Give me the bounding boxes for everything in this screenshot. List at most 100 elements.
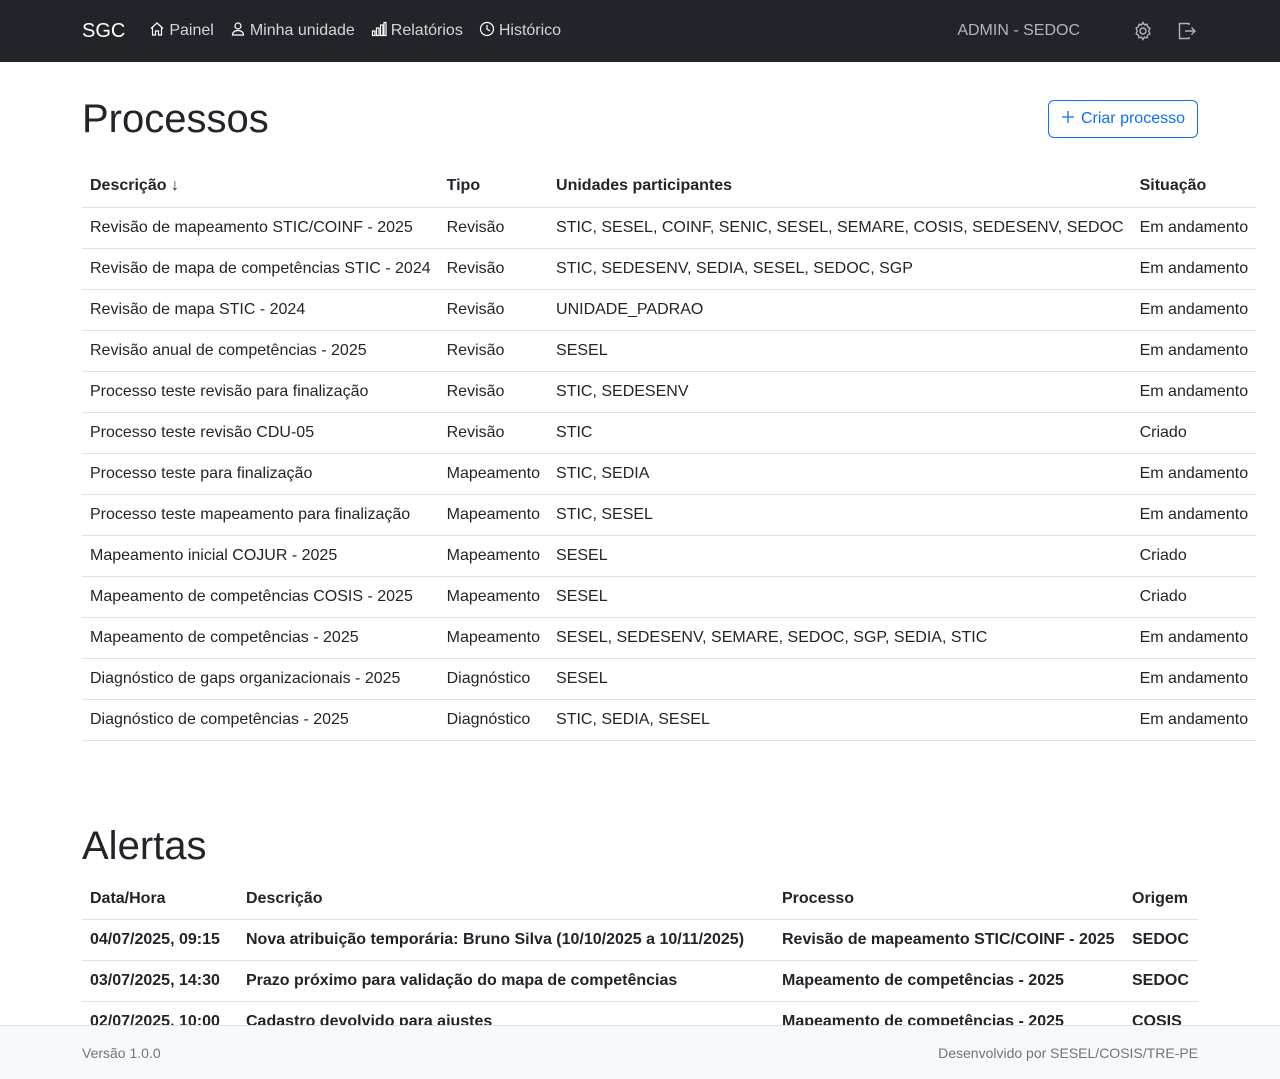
- table-cell: Criado: [1131, 576, 1257, 618]
- alerta-row[interactable]: 04/07/2025, 09:15 Nova atribuição temporá…: [82, 919, 1198, 961]
- table-cell: Em andamento: [1131, 330, 1257, 372]
- table-cell: SESEL: [548, 535, 1132, 577]
- bar-chart-icon: [371, 21, 387, 42]
- table-cell: Revisão de mapeamento STIC/COINF - 2025: [774, 919, 1124, 961]
- nav-links: Painel Minha unidade Relatórios Históric…: [149, 21, 561, 42]
- table-cell: Mapeamento: [438, 494, 549, 536]
- table-cell: Mapeamento inicial COJUR - 2025: [82, 535, 439, 577]
- house-icon: [149, 21, 165, 42]
- table-cell: STIC, SEDESENV: [548, 371, 1132, 413]
- person-icon: [230, 21, 246, 42]
- col-unidades[interactable]: Unidades participantes: [548, 166, 1132, 208]
- criar-processo-label: Criar processo: [1080, 110, 1185, 127]
- table-cell: Revisão de mapa de competências STIC - 2…: [82, 248, 439, 290]
- processos-header: Processos Criar processo: [82, 62, 1198, 166]
- table-cell: Revisão de mapeamento STIC/COINF - 2025: [82, 207, 439, 249]
- table-cell: Processo teste para finalização: [82, 453, 439, 495]
- table-header-row: Descrição ↓ Tipo Unidades participantes …: [82, 166, 1257, 208]
- user-label: ADMIN - SEDOC: [957, 22, 1080, 39]
- table-cell: SESEL: [548, 658, 1132, 700]
- col-descricao: Descrição: [238, 878, 774, 920]
- main-content: Processos Criar processo Descrição ↓ Tip…: [0, 62, 1280, 1043]
- processo-row[interactable]: Processo teste mapeamento para finalizaç…: [82, 494, 1257, 536]
- nav-link-label: Histórico: [498, 22, 562, 39]
- table-cell: 03/07/2025, 14:30: [82, 960, 238, 1002]
- processo-row[interactable]: Mapeamento inicial COJUR - 2025 Mapeament…: [82, 535, 1257, 577]
- table-cell: Diagnóstico de competências - 2025: [82, 699, 439, 741]
- alertas-table: Data/Hora Descrição Processo Origem 04/0…: [82, 878, 1198, 1043]
- table-cell: Mapeamento de competências - 2025: [774, 960, 1124, 1002]
- nav-link-label: Minha unidade: [249, 22, 355, 39]
- col-situacao[interactable]: Situação: [1131, 166, 1257, 208]
- table-cell: Processo teste mapeamento para finalizaç…: [82, 494, 439, 536]
- alerta-row[interactable]: 03/07/2025, 14:30 Prazo próximo para vali…: [82, 960, 1198, 1002]
- table-cell: SEDOC: [1124, 960, 1198, 1002]
- footer: Versão 1.0.0 Desenvolvido por SESEL/COSI…: [0, 1025, 1280, 1079]
- processo-row[interactable]: Processo teste revisão CDU-05 Revisão STIC…: [82, 412, 1257, 454]
- table-cell: SESEL: [548, 576, 1132, 618]
- processo-row[interactable]: Diagnóstico de competências - 2025 Diagnó…: [82, 699, 1257, 741]
- top-navbar: SGC Painel Minha unidade Relatórios Hist…: [0, 0, 1280, 62]
- col-processo: Processo: [774, 878, 1124, 920]
- processo-row[interactable]: Revisão anual de competências - 2025 Revi…: [82, 330, 1257, 372]
- table-cell: Revisão: [438, 248, 549, 290]
- table-cell: Diagnóstico: [438, 699, 549, 741]
- processo-row[interactable]: Processo teste para finalização Mapeament…: [82, 453, 1257, 495]
- table-cell: STIC, SESEL, COINF, SENIC, SESEL, SEMARE…: [548, 207, 1132, 249]
- processo-row[interactable]: Processo teste revisão para finalização R…: [82, 371, 1257, 413]
- logout-icon[interactable]: [1176, 20, 1198, 42]
- plus-icon: [1061, 110, 1075, 129]
- table-cell: Revisão anual de competências - 2025: [82, 330, 439, 372]
- clock-icon: [479, 21, 495, 42]
- table-cell: Em andamento: [1131, 617, 1257, 659]
- processo-row[interactable]: Mapeamento de competências COSIS - 2025 M…: [82, 576, 1257, 618]
- table-cell: STIC: [548, 412, 1132, 454]
- table-cell: Revisão: [438, 207, 549, 249]
- table-cell: Em andamento: [1131, 289, 1257, 331]
- table-cell: SEDOC: [1124, 919, 1198, 961]
- nav-link-relatorios[interactable]: Relatórios: [371, 21, 463, 42]
- criar-processo-button[interactable]: Criar processo: [1047, 100, 1198, 138]
- table-cell: Mapeamento de competências - 2025: [82, 617, 439, 659]
- table-cell: Criado: [1131, 412, 1257, 454]
- gear-icon[interactable]: [1132, 20, 1154, 42]
- credit-text: Desenvolvido por SESEL/COSIS/TRE-PE: [938, 1044, 1198, 1061]
- table-cell: Mapeamento: [438, 453, 549, 495]
- col-origem: Origem: [1124, 878, 1198, 920]
- table-cell: Em andamento: [1131, 371, 1257, 413]
- table-cell: Processo teste revisão CDU-05: [82, 412, 439, 454]
- brand-logo[interactable]: SGC: [82, 20, 125, 43]
- processo-row[interactable]: Diagnóstico de gaps organizacionais - 20…: [82, 658, 1257, 700]
- processos-title: Processos: [82, 96, 269, 141]
- nav-link-minha-unidade[interactable]: Minha unidade: [230, 21, 355, 42]
- table-cell: Prazo próximo para validação do mapa de …: [238, 960, 774, 1002]
- alertas-title: Alertas: [82, 823, 207, 868]
- table-cell: Diagnóstico de gaps organizacionais - 20…: [82, 658, 439, 700]
- processo-row[interactable]: Mapeamento de competências - 2025 Mapeame…: [82, 617, 1257, 659]
- table-cell: Mapeamento: [438, 576, 549, 618]
- processo-row[interactable]: Revisão de mapa de competências STIC - 2…: [82, 248, 1257, 290]
- processo-row[interactable]: Revisão de mapa STIC - 2024 Revisão UNIDAD…: [82, 289, 1257, 331]
- nav-link-label: Painel: [169, 22, 214, 39]
- version-text: Versão 1.0.0: [82, 1044, 161, 1061]
- table-cell: Revisão: [438, 371, 549, 413]
- col-data-hora: Data/Hora: [82, 878, 238, 920]
- nav-right: ADMIN - SEDOC: [957, 20, 1198, 42]
- table-cell: Mapeamento: [438, 617, 549, 659]
- nav-link-historico[interactable]: Histórico: [479, 21, 561, 42]
- processo-row[interactable]: Revisão de mapeamento STIC/COINF - 2025 R…: [82, 207, 1257, 249]
- table-cell: STIC, SEDIA, SESEL: [548, 699, 1132, 741]
- table-cell: Revisão: [438, 289, 549, 331]
- col-tipo[interactable]: Tipo: [438, 166, 549, 208]
- table-cell: Mapeamento: [438, 535, 549, 577]
- table-cell: 04/07/2025, 09:15: [82, 919, 238, 961]
- col-descricao[interactable]: Descrição ↓: [82, 166, 439, 208]
- table-cell: Revisão: [438, 412, 549, 454]
- table-cell: Revisão de mapa STIC - 2024: [82, 289, 439, 331]
- table-cell: Diagnóstico: [438, 658, 549, 700]
- nav-link-painel[interactable]: Painel: [149, 21, 214, 42]
- table-cell: Em andamento: [1131, 248, 1257, 290]
- table-cell: Nova atribuição temporária: Bruno Silva …: [238, 919, 774, 961]
- table-cell: Em andamento: [1131, 699, 1257, 741]
- table-cell: UNIDADE_PADRAO: [548, 289, 1132, 331]
